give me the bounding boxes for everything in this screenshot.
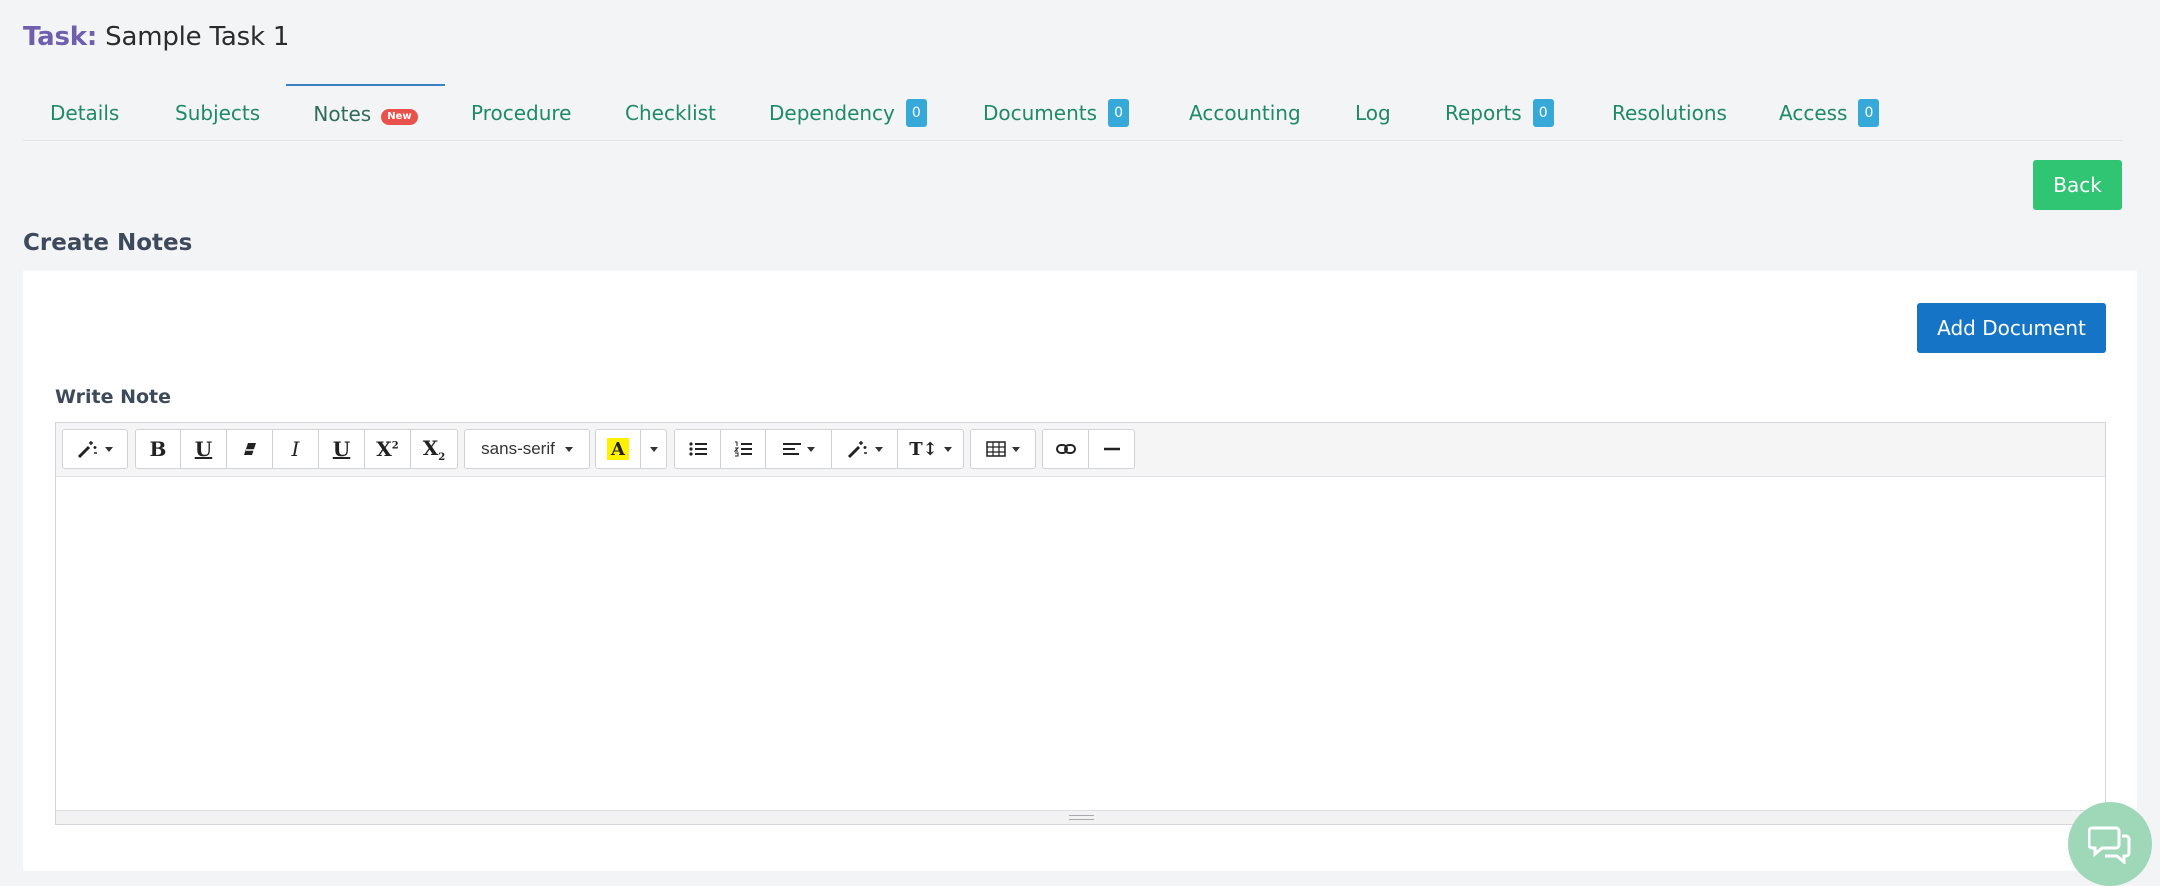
editor-resize-bar[interactable]	[56, 810, 2105, 824]
superscript-icon: X2	[376, 437, 399, 461]
italic-button[interactable]: I	[273, 430, 319, 468]
add-document-button[interactable]: Add Document	[1917, 303, 2106, 353]
font-family-group: sans-serif	[464, 429, 590, 469]
tab-label: Resolutions	[1612, 100, 1727, 125]
font-family-value: sans-serif	[481, 439, 555, 458]
text-color-button[interactable]: A	[596, 430, 641, 468]
tab-log[interactable]: Log	[1355, 84, 1391, 141]
tab-label: Notes	[313, 101, 372, 126]
style-group	[62, 429, 128, 469]
magic-wand-icon	[847, 441, 867, 459]
clear-format-button[interactable]	[227, 430, 273, 468]
link-button[interactable]	[1043, 430, 1089, 468]
task-name: Sample Task 1	[105, 22, 290, 52]
unordered-list-button[interactable]	[675, 430, 721, 468]
page-title: Task: Sample Task 1	[23, 22, 289, 52]
text-size-dropdown-button[interactable]: T↕	[898, 430, 963, 468]
underline-button[interactable]: U	[181, 430, 227, 468]
paragraph-group: T↕	[674, 429, 964, 469]
count-badge: 0	[1532, 98, 1554, 127]
align-left-icon	[782, 443, 801, 455]
table-dropdown-button[interactable]	[971, 430, 1035, 468]
tab-documents[interactable]: Documents 0	[983, 84, 1130, 141]
tab-label: Access	[1779, 100, 1848, 125]
tab-dependency[interactable]: Dependency 0	[769, 84, 927, 141]
subscript-icon: X2	[422, 435, 446, 463]
text-color-icon: A	[607, 438, 629, 460]
tab-label: Log	[1355, 100, 1391, 125]
style-dropdown-button[interactable]	[63, 430, 127, 468]
magic-dropdown-button[interactable]	[832, 430, 898, 468]
tab-subjects[interactable]: Subjects	[175, 84, 260, 141]
font-style-group: B U I U X2 X2	[135, 429, 458, 469]
chat-button[interactable]	[2068, 802, 2152, 886]
horizontal-rule-button[interactable]	[1089, 430, 1134, 468]
text-size-icon: T↕	[909, 438, 938, 460]
count-badge: 0	[905, 98, 927, 127]
tab-label: Documents	[983, 100, 1098, 125]
color-dropdown-button[interactable]	[641, 430, 666, 468]
tab-procedure[interactable]: Procedure	[471, 84, 572, 141]
tab-bar: Details Subjects Notes New Procedure Che…	[23, 84, 2123, 141]
insert-group	[1042, 429, 1135, 469]
subscript-button[interactable]: X2	[411, 430, 457, 468]
write-note-label: Write Note	[55, 386, 172, 408]
chevron-down-icon	[649, 446, 658, 452]
underline-button-2[interactable]: U	[319, 430, 365, 468]
task-label: Task:	[23, 22, 98, 52]
section-title: Create Notes	[23, 230, 193, 256]
tab-notes[interactable]: Notes New	[286, 84, 445, 141]
underline-icon: U	[332, 437, 351, 461]
magic-wand-icon	[77, 441, 97, 459]
tab-label: Accounting	[1189, 100, 1301, 125]
tab-label: Dependency	[769, 100, 895, 125]
tab-reports[interactable]: Reports 0	[1445, 84, 1554, 141]
underline-icon: U	[194, 437, 213, 461]
bold-button[interactable]: B	[136, 430, 181, 468]
bold-icon: B	[149, 437, 167, 461]
editor-toolbar: B U I U X2 X2 sans-serif A T↕	[56, 423, 2105, 477]
ordered-list-button[interactable]	[721, 430, 766, 468]
note-content-area[interactable]	[56, 477, 2105, 811]
tab-resolutions[interactable]: Resolutions	[1612, 84, 1727, 141]
chat-bubbles-icon	[2088, 826, 2131, 864]
link-icon	[1055, 444, 1076, 454]
table-group	[970, 429, 1036, 469]
rich-text-editor: B U I U X2 X2 sans-serif A T↕	[55, 422, 2106, 825]
count-badge: 0	[1108, 98, 1130, 127]
ordered-list-icon	[734, 441, 752, 457]
tab-checklist[interactable]: Checklist	[625, 84, 716, 141]
count-badge: 0	[1858, 98, 1880, 127]
tab-accounting[interactable]: Accounting	[1189, 84, 1301, 141]
align-dropdown-button[interactable]	[766, 430, 832, 468]
tab-label: Procedure	[471, 100, 572, 125]
tab-label: Reports	[1445, 100, 1522, 125]
tab-details[interactable]: Details	[50, 84, 119, 141]
eraser-icon	[243, 443, 256, 455]
tab-label: Details	[50, 100, 120, 125]
unordered-list-icon	[688, 442, 707, 456]
superscript-button[interactable]: X2	[365, 430, 411, 468]
italic-icon: I	[291, 437, 300, 461]
font-family-select[interactable]: sans-serif	[465, 430, 589, 468]
tab-label: Checklist	[625, 100, 716, 125]
horizontal-rule-icon	[1103, 447, 1120, 451]
color-group: A	[595, 429, 667, 469]
back-button[interactable]: Back	[2033, 160, 2122, 210]
tab-access[interactable]: Access 0	[1779, 84, 1880, 141]
tab-label: Subjects	[175, 100, 261, 125]
new-badge: New	[381, 108, 418, 125]
resize-grip-icon[interactable]	[1069, 815, 1094, 820]
table-icon	[986, 441, 1006, 457]
